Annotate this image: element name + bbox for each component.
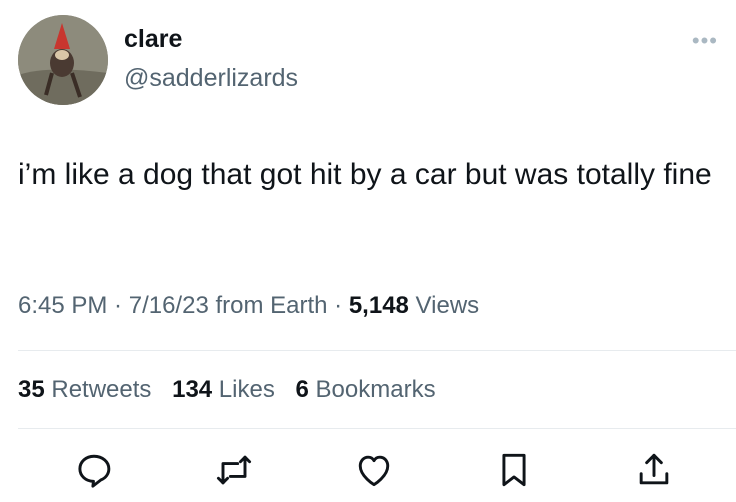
tweet-time[interactable]: 6:45 PM [18, 292, 107, 319]
share-icon[interactable] [632, 448, 676, 492]
views-label: Views [408, 292, 480, 319]
tweet-location: from Earth [208, 292, 328, 319]
bookmarks-stat[interactable]: 6 Bookmarks [296, 376, 436, 403]
likes-stat[interactable]: 134 Likes [172, 376, 275, 403]
retweets-stat[interactable]: 35 Retweets [18, 376, 151, 403]
heart-icon[interactable] [352, 448, 396, 492]
display-name[interactable]: clare [124, 25, 182, 54]
views-count: 5,148 [348, 292, 409, 319]
retweets-count: 35 [18, 376, 45, 403]
more-dots-icon[interactable]: ••• [692, 30, 718, 52]
meta-separator: · [327, 292, 349, 319]
tweet-text: i’m like a dog that got hit by a car but… [18, 158, 712, 191]
reply-icon[interactable] [72, 448, 116, 492]
engagement-stats: 35 Retweets 134 Likes 6 Bookmarks [18, 376, 450, 404]
avatar[interactable] [18, 15, 108, 105]
bookmarks-label: Bookmarks [308, 376, 436, 403]
retweets-label: Retweets [44, 376, 152, 403]
bookmarks-count: 6 [295, 376, 309, 403]
avatar-image [18, 15, 108, 105]
likes-count: 134 [172, 376, 213, 403]
meta-separator: · [107, 292, 129, 319]
divider [18, 350, 736, 351]
likes-label: Likes [212, 376, 275, 403]
user-handle[interactable]: @sadderlizards [124, 64, 298, 93]
tweet-meta: 6:45 PM · 7/16/23 from Earth · 5,148 Vie… [18, 292, 479, 320]
retweet-icon[interactable] [212, 448, 256, 492]
divider [18, 428, 736, 429]
action-bar [0, 444, 736, 496]
bookmark-icon[interactable] [492, 448, 536, 492]
tweet-date[interactable]: 7/16/23 [129, 292, 209, 319]
